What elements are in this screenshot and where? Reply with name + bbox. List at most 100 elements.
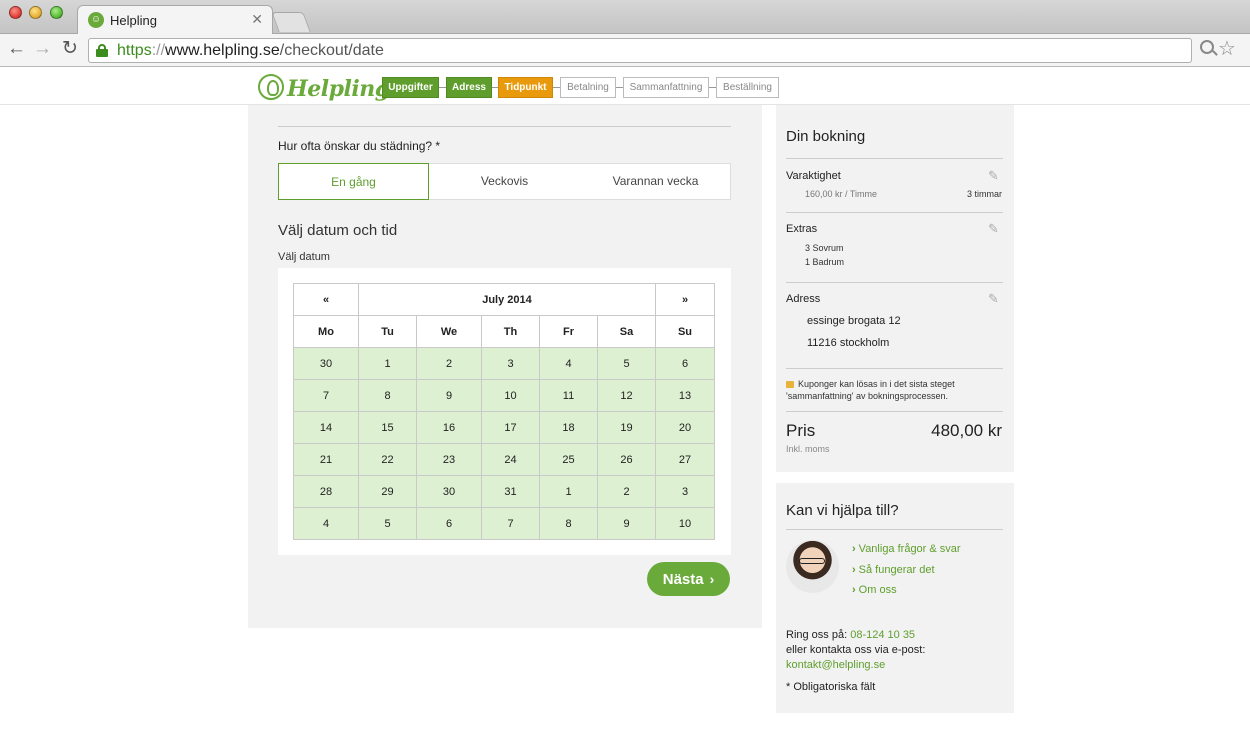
calendar-day[interactable]: 3 xyxy=(481,347,540,380)
booking-summary: Din bokning Varaktighet ✎ 160,00 kr / Ti… xyxy=(776,105,1014,472)
section-title: Välj datum och tid xyxy=(278,222,398,239)
calendar-day[interactable]: 23 xyxy=(416,443,482,476)
calendar-day[interactable]: 19 xyxy=(597,411,656,444)
booking-title: Din bokning xyxy=(786,128,866,145)
zoom-window-button[interactable] xyxy=(50,6,63,19)
calendar-day[interactable]: 20 xyxy=(655,411,715,444)
site-header: Helpling Uppgifter Adress Tidpunkt Betal… xyxy=(0,67,1250,105)
new-tab-button[interactable] xyxy=(271,12,311,32)
edit-address-pencil-icon[interactable]: ✎ xyxy=(988,291,999,307)
bookmark-star-icon[interactable]: ☆ xyxy=(1218,36,1236,61)
weekday-header: Su xyxy=(655,315,715,348)
coupon-icon xyxy=(786,381,794,389)
calendar-day[interactable]: 29 xyxy=(358,475,417,508)
calendar-day[interactable]: 28 xyxy=(293,475,359,508)
divider xyxy=(786,411,1003,412)
step-connector xyxy=(616,87,623,88)
tab-title: Helpling xyxy=(110,13,157,28)
frequency-question: Hur ofta önskar du städning? * xyxy=(278,139,441,153)
calendar-day[interactable]: 4 xyxy=(539,347,598,380)
edit-extras-pencil-icon[interactable]: ✎ xyxy=(988,221,999,237)
address-street: essinge brogata 12 xyxy=(807,315,901,327)
email-link[interactable]: kontakt@helpling.se xyxy=(786,659,885,671)
avatar-glasses xyxy=(799,558,825,564)
forward-arrow-icon[interactable]: → xyxy=(33,38,52,60)
calendar-day[interactable]: 17 xyxy=(481,411,540,444)
about-link[interactable]: › Om oss xyxy=(852,584,897,596)
calendar-day[interactable]: 2 xyxy=(416,347,482,380)
calendar-day[interactable]: 25 xyxy=(539,443,598,476)
weekday-row: Mo Tu We Th Fr Sa Su xyxy=(293,315,715,348)
calendar-day[interactable]: 7 xyxy=(481,507,540,540)
step-tidpunkt[interactable]: Tidpunkt xyxy=(498,77,553,98)
calendar-next-button[interactable]: » xyxy=(655,283,715,316)
calendar-day[interactable]: 5 xyxy=(358,507,417,540)
calendar-day[interactable]: 5 xyxy=(597,347,656,380)
next-button[interactable]: Nästa › xyxy=(647,562,730,596)
calendar-day[interactable]: 26 xyxy=(597,443,656,476)
step-connector xyxy=(439,87,446,88)
extra-item: 1 Badrum xyxy=(805,257,845,267)
calendar-day[interactable]: 21 xyxy=(293,443,359,476)
calendar-day[interactable]: 16 xyxy=(416,411,482,444)
calendar-days: 30 1 2 3 4 5 6 7 8 9 10 11 12 13 14 15 16 17 18 19 20 21 22 23 2… xyxy=(293,347,715,540)
coupon-note: Kuponger kan lösas in i det sista steget… xyxy=(786,378,1001,402)
calendar-day[interactable]: 2 xyxy=(597,475,656,508)
calendar-day[interactable]: 30 xyxy=(293,347,359,380)
search-icon[interactable] xyxy=(1200,40,1214,54)
frequency-selector: En gång Veckovis Varannan vecka xyxy=(278,163,731,200)
calendar-day[interactable]: 10 xyxy=(655,507,715,540)
calendar-day[interactable]: 18 xyxy=(539,411,598,444)
calendar-prev-button[interactable]: « xyxy=(293,283,359,316)
frequency-weekly[interactable]: Veckovis xyxy=(429,163,580,200)
duration-label: Varaktighet xyxy=(786,170,841,182)
calendar-day[interactable]: 6 xyxy=(416,507,482,540)
reload-icon[interactable]: ↻ xyxy=(62,38,78,60)
back-arrow-icon[interactable]: ← xyxy=(7,38,26,60)
step-uppgifter[interactable]: Uppgifter xyxy=(382,77,439,98)
how-it-works-link[interactable]: › Så fungerar det xyxy=(852,564,935,576)
calendar-week-row: 4 5 6 7 8 9 10 xyxy=(293,507,715,540)
calendar-day[interactable]: 1 xyxy=(358,347,417,380)
calendar-month-title[interactable]: July 2014 xyxy=(358,283,656,316)
calendar-day[interactable]: 9 xyxy=(597,507,656,540)
browser-tab[interactable]: ☺ Helpling ✕ xyxy=(77,5,273,35)
calendar-week-row: 28 29 30 31 1 2 3 xyxy=(293,475,715,508)
calendar-day[interactable]: 31 xyxy=(481,475,540,508)
edit-duration-pencil-icon[interactable]: ✎ xyxy=(988,168,999,184)
faq-link[interactable]: › Vanliga frågor & svar xyxy=(852,543,961,555)
close-window-button[interactable] xyxy=(9,6,22,19)
calendar-day[interactable]: 10 xyxy=(481,379,540,412)
extra-item: 3 Sovrum xyxy=(805,243,844,253)
calendar-day[interactable]: 9 xyxy=(416,379,482,412)
calendar-day[interactable]: 11 xyxy=(539,379,598,412)
calendar-day[interactable]: 27 xyxy=(655,443,715,476)
calendar-day[interactable]: 13 xyxy=(655,379,715,412)
minimize-window-button[interactable] xyxy=(29,6,42,19)
calendar-week-row: 14 15 16 17 18 19 20 xyxy=(293,411,715,444)
calendar-day[interactable]: 8 xyxy=(539,507,598,540)
calendar-day[interactable]: 22 xyxy=(358,443,417,476)
calendar-day[interactable]: 6 xyxy=(655,347,715,380)
calendar-day[interactable]: 12 xyxy=(597,379,656,412)
phone-link[interactable]: 08-124 10 35 xyxy=(850,629,915,641)
frequency-once[interactable]: En gång xyxy=(278,163,429,200)
divider xyxy=(278,126,731,127)
step-adress[interactable]: Adress xyxy=(446,77,492,98)
step-connector xyxy=(553,87,560,88)
tab-close-icon[interactable]: ✕ xyxy=(251,11,263,28)
calendar-day[interactable]: 7 xyxy=(293,379,359,412)
lock-icon xyxy=(96,44,108,57)
calendar-day[interactable]: 15 xyxy=(358,411,417,444)
frequency-biweekly[interactable]: Varannan vecka xyxy=(580,163,731,200)
calendar-day[interactable]: 30 xyxy=(416,475,482,508)
calendar-day[interactable]: 4 xyxy=(293,507,359,540)
calendar-day[interactable]: 14 xyxy=(293,411,359,444)
calendar-day[interactable]: 8 xyxy=(358,379,417,412)
calendar-day[interactable]: 24 xyxy=(481,443,540,476)
calendar: « July 2014 » Mo Tu We Th Fr Sa Su 30 1 2 3… xyxy=(293,283,715,540)
address-bar[interactable]: https://www.helpling.se/checkout/date xyxy=(88,38,1192,63)
calendar-day[interactable]: 1 xyxy=(539,475,598,508)
calendar-day[interactable]: 3 xyxy=(655,475,715,508)
divider xyxy=(786,158,1003,159)
